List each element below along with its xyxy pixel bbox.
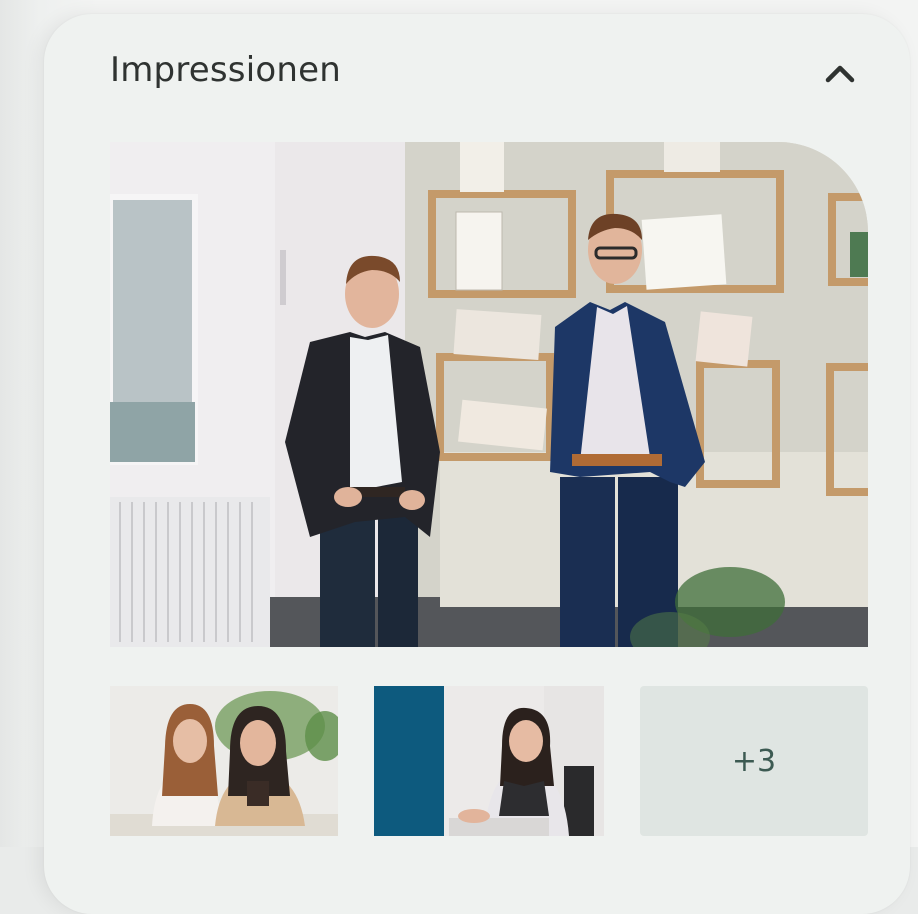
- more-images-button[interactable]: +3: [640, 686, 868, 836]
- section-title: Impressionen: [110, 50, 341, 90]
- hero-image[interactable]: [110, 142, 868, 647]
- thumbnail-1[interactable]: [110, 686, 338, 836]
- thumbnail-2[interactable]: [374, 686, 604, 836]
- chevron-up-icon: [825, 65, 855, 83]
- more-images-count: +3: [731, 743, 777, 779]
- collapse-button[interactable]: [812, 50, 868, 98]
